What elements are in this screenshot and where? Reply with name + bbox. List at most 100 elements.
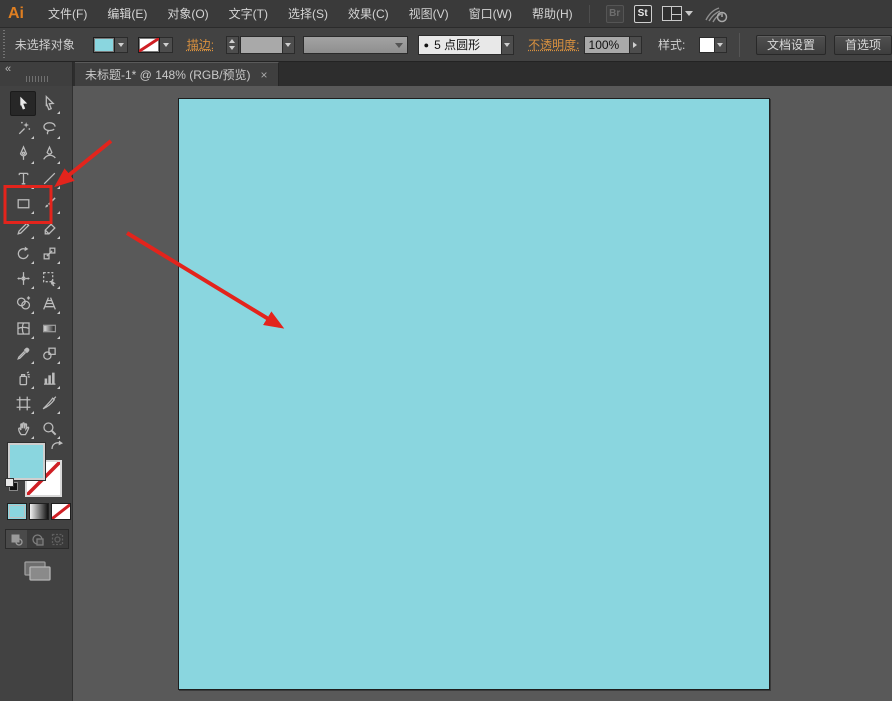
- collapse-panel-icon[interactable]: «: [5, 63, 11, 75]
- symbol-sprayer-tool-button[interactable]: [10, 366, 36, 391]
- chevron-down-icon: [285, 42, 292, 47]
- swap-fill-stroke-icon[interactable]: [50, 440, 64, 452]
- controlbar-divider: [738, 32, 740, 57]
- menu-item[interactable]: 对象(O): [157, 0, 218, 28]
- width-tool-button[interactable]: [10, 266, 36, 291]
- rotate-tool-button[interactable]: [10, 241, 36, 266]
- width-profile-dropdown[interactable]: [303, 35, 408, 54]
- opacity-field[interactable]: 100%: [583, 35, 630, 54]
- selection-tool-button[interactable]: [10, 91, 36, 116]
- zoom-icon: [42, 422, 56, 436]
- stock-icon[interactable]: St: [633, 4, 652, 23]
- panel-drag-grip[interactable]: [26, 76, 48, 82]
- workspace-switcher[interactable]: [661, 6, 693, 21]
- menu-item[interactable]: 窗口(W): [459, 0, 522, 28]
- menubar-icons: Br St: [605, 4, 729, 24]
- hand-icon: [17, 422, 29, 436]
- eyedropper-icon: [16, 347, 29, 360]
- style-dropdown-button[interactable]: [714, 36, 727, 53]
- rectangle-tool-button[interactable]: [10, 191, 36, 216]
- sync-hand-icon[interactable]: [703, 4, 729, 24]
- document-tab[interactable]: 未标题-1* @ 148% (RGB/预览) ×: [75, 62, 279, 86]
- direct-selection-tool-button[interactable]: [36, 91, 62, 116]
- gradient-tool-button[interactable]: [36, 316, 62, 341]
- brush-dropdown-button[interactable]: [501, 34, 515, 55]
- close-tab-icon[interactable]: ×: [261, 68, 268, 82]
- tools-panel: [0, 86, 73, 701]
- stroke-color-control[interactable]: [137, 36, 173, 53]
- artboard-canvas[interactable]: [178, 98, 770, 690]
- column-graph-tool-button[interactable]: [36, 366, 62, 391]
- screen-mode-icon: [24, 561, 51, 581]
- gradient-button[interactable]: [29, 503, 49, 520]
- pencil-tool-button[interactable]: [10, 216, 36, 241]
- menu-item[interactable]: 选择(S): [278, 0, 338, 28]
- stroke-dropdown-button[interactable]: [159, 36, 173, 53]
- perspective-grid-tool-button[interactable]: [36, 291, 62, 316]
- fill-color-swatch[interactable]: [92, 36, 115, 53]
- opacity-panel-link[interactable]: 不透明度:: [528, 36, 579, 53]
- column-graph-icon: [43, 372, 55, 385]
- shape-builder-tool-button[interactable]: [10, 291, 36, 316]
- magic-wand-icon: [18, 121, 30, 135]
- rectangle-icon: [17, 199, 29, 209]
- lasso-icon: [42, 122, 56, 135]
- stroke-panel-link[interactable]: 描边:: [187, 36, 214, 53]
- draw-behind-button[interactable]: [27, 530, 48, 548]
- eyedropper-tool-button[interactable]: [10, 341, 36, 366]
- fill-indicator[interactable]: [8, 443, 45, 480]
- menu-item[interactable]: 视图(V): [399, 0, 459, 28]
- lasso-tool-button[interactable]: [36, 116, 62, 141]
- draw-inside-button[interactable]: [47, 530, 68, 548]
- line-segment-tool-button[interactable]: [36, 166, 62, 191]
- blend-tool-button[interactable]: [36, 341, 62, 366]
- document-setup-button[interactable]: 文档设置: [755, 34, 826, 55]
- artboard-tool-button[interactable]: [10, 391, 36, 416]
- scale-tool-button[interactable]: [36, 241, 62, 266]
- free-transform-icon: [42, 272, 56, 287]
- curvature-icon: [42, 145, 56, 160]
- style-swatch[interactable]: [699, 36, 715, 53]
- menu-item[interactable]: 效果(C): [338, 0, 399, 28]
- panel-grip[interactable]: [2, 29, 7, 60]
- type-tool-button[interactable]: [10, 166, 36, 191]
- symbol-sprayer-icon: [18, 371, 30, 386]
- stepper-down-icon: [229, 45, 236, 50]
- mesh-tool-button[interactable]: [10, 316, 36, 341]
- eraser-tool-button[interactable]: [36, 216, 62, 241]
- fill-dropdown-button[interactable]: [114, 36, 128, 53]
- menu-item[interactable]: 帮助(H): [522, 0, 583, 28]
- preferences-button[interactable]: 首选项: [834, 34, 892, 55]
- color-button[interactable]: [7, 503, 27, 520]
- pen-icon: [19, 145, 27, 160]
- curvature-tool-button[interactable]: [36, 141, 62, 166]
- app-logo-icon: Ai: [8, 4, 24, 22]
- free-transform-tool-button[interactable]: [36, 266, 62, 291]
- document-tab-title: 未标题-1* @ 148% (RGB/预览): [85, 68, 251, 82]
- fill-color-control[interactable]: [92, 36, 128, 53]
- opacity-dropdown-button[interactable]: [629, 35, 642, 54]
- opacity-value: 100%: [588, 37, 620, 52]
- tools-grid: [0, 91, 72, 441]
- line-segment-icon: [43, 172, 55, 185]
- draw-normal-button[interactable]: [6, 530, 27, 548]
- scale-icon: [43, 247, 55, 260]
- stroke-color-swatch-none[interactable]: [137, 36, 160, 53]
- slice-tool-button[interactable]: [36, 391, 62, 416]
- bridge-icon[interactable]: Br: [605, 4, 624, 23]
- brush-preset-field[interactable]: ● 5 点圆形: [417, 34, 502, 55]
- rotate-icon: [17, 246, 29, 260]
- menu-item[interactable]: 文字(T): [219, 0, 278, 28]
- menu-item[interactable]: 编辑(E): [97, 0, 157, 28]
- screen-mode-button[interactable]: [18, 558, 54, 586]
- stroke-weight-dropdown[interactable]: [282, 35, 296, 54]
- stroke-weight-stepper[interactable]: [226, 35, 239, 54]
- chevron-down-icon: [504, 42, 511, 47]
- default-fill-stroke-icon[interactable]: [5, 478, 19, 492]
- stroke-weight-field[interactable]: [239, 35, 283, 54]
- paintbrush-tool-button[interactable]: [36, 191, 62, 216]
- menu-item[interactable]: 文件(F): [38, 0, 97, 28]
- magic-wand-tool-button[interactable]: [10, 116, 36, 141]
- pen-tool-button[interactable]: [10, 141, 36, 166]
- none-button[interactable]: [51, 503, 71, 520]
